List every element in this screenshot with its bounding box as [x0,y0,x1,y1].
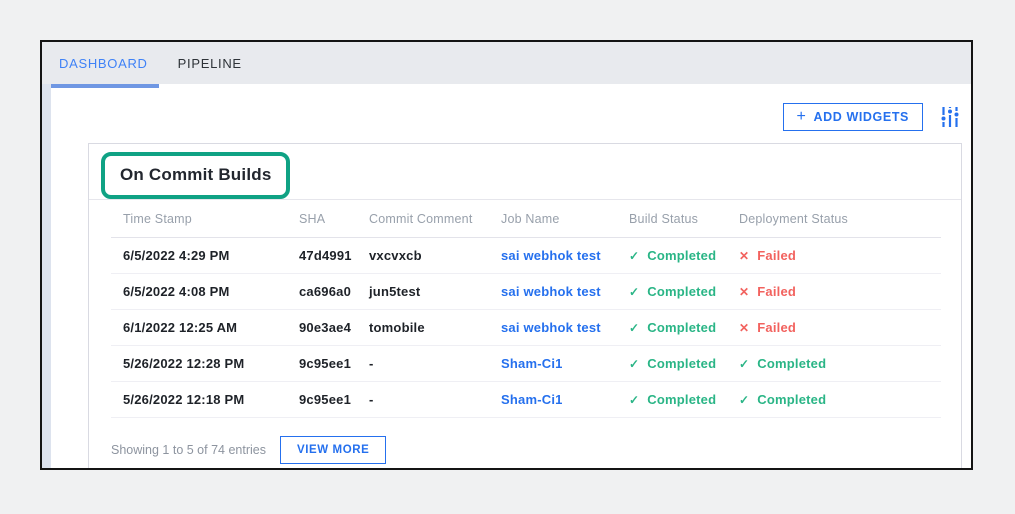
cell-deployment-status: ✕ Failed [739,248,941,263]
cell-job-name-link[interactable]: sai webhok test [501,284,629,299]
build-status-icon: ✓ [629,249,640,263]
col-job-name: Job Name [501,211,560,226]
toolbar: + ADD WIDGETS [782,103,960,131]
tab-dashboard[interactable]: DASHBOARD [48,42,159,88]
col-deployment-status: Deployment Status [739,211,849,226]
build-status-text: Completed [647,356,717,371]
add-widgets-button[interactable]: + ADD WIDGETS [782,103,923,131]
col-build-status: Build Status [629,211,699,226]
cell-timestamp: 6/5/2022 4:29 PM [123,248,230,263]
deployment-status-text: Failed [757,320,797,335]
cell-timestamp: 6/5/2022 4:08 PM [123,284,230,299]
cell-build-status: ✓ Completed [629,392,739,407]
cell-job-name-link[interactable]: sai webhok test [501,320,629,335]
cell-timestamp: 5/26/2022 12:18 PM [123,392,245,407]
cell-sha: 9c95ee1 [299,392,352,407]
table-row: 5/26/2022 12:28 PM 9c95ee1 - Sham-Ci1 ✓ C… [111,346,941,382]
col-sha: SHA [299,211,326,226]
cell-build-status: ✓ Completed [629,320,739,335]
table-header-row: Time Stamp SHA Commit Comment Job Name B… [111,200,941,238]
cell-commit-comment: jun5test [369,284,421,299]
cell-build-status: ✓ Completed [629,248,739,263]
cell-build-status: ✓ Completed [629,284,739,299]
cell-sha: 90e3ae4 [299,320,352,335]
build-status-text: Completed [647,284,717,299]
cell-commit-comment: - [369,356,374,371]
deployment-status-icon: ✓ [739,393,750,407]
cell-timestamp: 5/26/2022 12:28 PM [123,356,245,371]
table-body: 6/5/2022 4:29 PM 47d4991 vxcvxcb sai web… [111,238,941,418]
build-status-text: Completed [647,320,717,335]
cell-timestamp: 6/1/2022 12:25 AM [123,320,238,335]
cell-deployment-status: ✕ Failed [739,320,941,335]
cell-sha: 9c95ee1 [299,356,352,371]
table-row: 6/1/2022 12:25 AM 90e3ae4 tomobile sai w… [111,310,941,346]
col-commit-comment: Commit Comment [369,211,473,226]
cell-job-name-link[interactable]: Sham-Ci1 [501,392,629,407]
builds-table: Time Stamp SHA Commit Comment Job Name B… [111,200,941,418]
cell-commit-comment: - [369,392,374,407]
deployment-status-icon: ✕ [739,321,750,335]
cell-job-name-link[interactable]: Sham-Ci1 [501,356,629,371]
cell-build-status: ✓ Completed [629,356,739,371]
on-commit-builds-widget: On Commit Builds Time Stamp SHA Commit C… [88,143,962,468]
deployment-status-text: Failed [757,284,797,299]
app-window: DASHBOARD PIPELINE + ADD WIDGETS On Comm… [40,40,973,470]
build-status-icon: ✓ [629,285,640,299]
highlight-annotation: On Commit Builds [101,152,291,199]
cell-sha: ca696a0 [299,284,352,299]
tab-bar: DASHBOARD PIPELINE [42,42,971,88]
tab-pipeline[interactable]: PIPELINE [167,42,253,84]
cell-deployment-status: ✓ Completed [739,356,941,371]
deployment-status-text: Completed [757,392,827,407]
widget-header: On Commit Builds [89,144,961,200]
cell-commit-comment: tomobile [369,320,425,335]
build-status-icon: ✓ [629,393,640,407]
cell-job-name-link[interactable]: sai webhok test [501,248,629,263]
cell-deployment-status: ✓ Completed [739,392,941,407]
table-row: 6/5/2022 4:29 PM 47d4991 vxcvxcb sai web… [111,238,941,274]
deployment-status-text: Failed [757,248,797,263]
view-more-button[interactable]: VIEW MORE [279,436,387,464]
widget-title: On Commit Builds [120,165,272,184]
sliders-icon[interactable] [940,106,960,128]
cell-commit-comment: vxcvxcb [369,248,422,263]
add-widgets-label: ADD WIDGETS [813,110,909,124]
col-time-stamp: Time Stamp [123,211,192,226]
build-status-text: Completed [647,392,717,407]
build-status-icon: ✓ [629,321,640,335]
build-status-text: Completed [647,248,717,263]
showing-entries-text: Showing 1 to 5 of 74 entries [111,443,266,457]
table-row: 6/5/2022 4:08 PM ca696a0 jun5test sai we… [111,274,941,310]
left-gutter [42,84,51,468]
deployment-status-icon: ✓ [739,357,750,371]
cell-sha: 47d4991 [299,248,352,263]
deployment-status-icon: ✕ [739,249,750,263]
deployment-status-text: Completed [757,356,827,371]
build-status-icon: ✓ [629,357,640,371]
table-row: 5/26/2022 12:18 PM 9c95ee1 - Sham-Ci1 ✓ C… [111,382,941,418]
plus-icon: + [796,108,807,125]
cell-deployment-status: ✕ Failed [739,284,941,299]
widget-footer: Showing 1 to 5 of 74 entries VIEW MORE [111,436,939,464]
deployment-status-icon: ✕ [739,285,750,299]
